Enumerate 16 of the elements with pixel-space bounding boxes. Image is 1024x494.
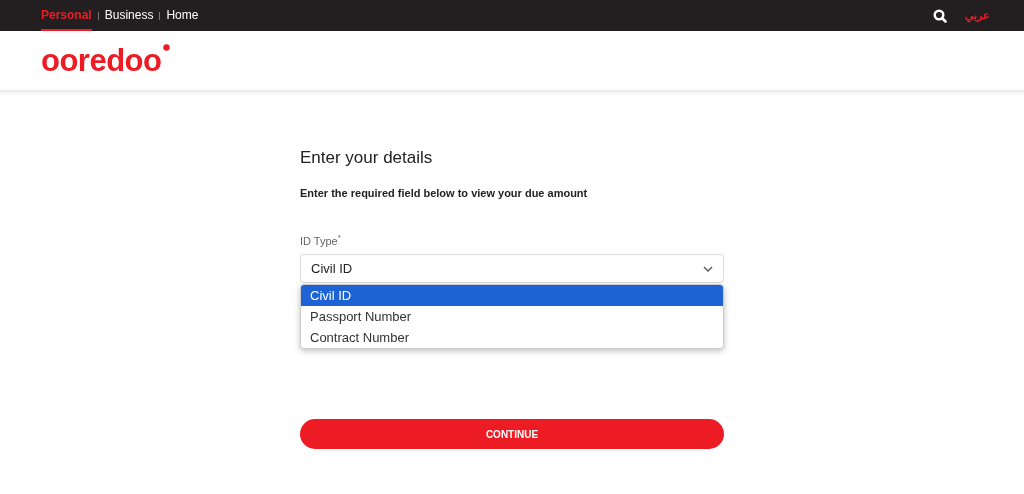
nav-link[interactable]: Personal	[41, 0, 92, 31]
form-subtitle: Enter the required field below to view your due amount	[300, 186, 589, 201]
nav-link[interactable]: Business	[104, 0, 154, 31]
search-icon[interactable]	[933, 8, 947, 23]
dropdown-option[interactable]: Passport Number	[301, 306, 723, 327]
field-label: ID Type	[300, 233, 338, 249]
chevron-down-icon	[703, 265, 713, 272]
nav-link[interactable]: Home	[166, 0, 199, 31]
language-link[interactable]: عربي	[965, 7, 990, 24]
required-mark: *	[337, 232, 341, 242]
ooredoo-logo[interactable]: ooredoo	[41, 45, 170, 76]
dropdown-option[interactable]: Civil ID	[301, 285, 723, 306]
continue-button[interactable]: CONTINUE	[300, 419, 724, 449]
dropdown-option[interactable]: Contract Number	[301, 327, 723, 348]
id-type-select[interactable]: Civil ID	[300, 254, 724, 283]
form-title: Enter your details	[300, 148, 434, 168]
